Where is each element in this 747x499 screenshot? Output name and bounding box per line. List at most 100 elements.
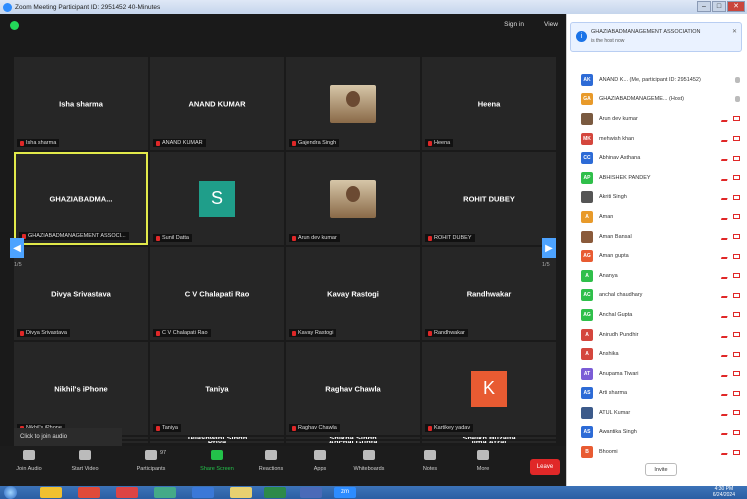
video-tile[interactable]: Shikha SinghShikha Singh	[286, 437, 420, 439]
excel-taskbar-icon[interactable]	[264, 487, 286, 498]
participant-status-icons	[720, 331, 740, 338]
video-tile[interactable]: Arun dev kumar	[286, 152, 420, 245]
participant-avatar: AG	[581, 250, 593, 263]
reactions-button[interactable]: Reactions	[246, 450, 296, 472]
invite-button[interactable]: Invite	[645, 463, 677, 476]
tile-display-name: ROHIT DUBEY	[463, 194, 515, 203]
tile-display-name: Sheikh Huzaifa	[422, 437, 556, 439]
security-shield-icon[interactable]	[10, 21, 19, 30]
video-tile[interactable]: Anchal GuptaAnchal Gupta	[286, 441, 420, 443]
video-tile[interactable]: K Kartikey yadav	[422, 342, 556, 435]
participant-row[interactable]: AK ANAND K... (Me, participant ID: 295145…	[567, 70, 747, 90]
participant-status-icons	[720, 194, 740, 201]
video-tile[interactable]: Sheikh HuzaifaSheikh Huzaifa	[422, 437, 556, 439]
participant-row[interactable]: AG Aman gupta	[567, 246, 747, 266]
participant-row[interactable]: Aman Bansal	[567, 227, 747, 247]
join-audio-button[interactable]: Join Audio	[4, 450, 54, 472]
sign-in-link[interactable]: Sign in	[504, 21, 524, 28]
video-tile[interactable]: Nikhil's iPhoneNikhil's iPhone	[14, 342, 148, 435]
notes-button[interactable]: Notes	[405, 450, 455, 472]
app-taskbar-icon[interactable]	[154, 487, 176, 498]
video-tile[interactable]: ANAND KUMAR ANAND KUMAR	[150, 57, 284, 150]
tile-label-text: Isha sharma	[26, 140, 57, 146]
participant-row[interactable]: AS Awantika Singh	[567, 423, 747, 443]
participant-avatar: AK	[581, 73, 593, 86]
participant-row[interactable]: ATUL Kumar	[567, 403, 747, 423]
video-tile[interactable]: Raghav Chawla Raghav Chawla	[286, 342, 420, 435]
video-tile[interactable]: PriyaPriya	[150, 441, 284, 443]
participant-status-icons	[720, 233, 740, 240]
video-tile[interactable]: Isha sharma Isha sharma	[14, 57, 148, 150]
participant-row[interactable]: Arun dev kumar	[567, 109, 747, 129]
chrome-taskbar-icon[interactable]	[78, 487, 100, 498]
whiteboards-button[interactable]: Whiteboards	[344, 450, 394, 472]
participant-avatar: AP	[581, 171, 593, 184]
participants-button[interactable]: Participants	[126, 450, 176, 472]
zoom-taskbar-icon[interactable]: zm	[334, 487, 356, 498]
participant-status-icons	[720, 370, 740, 377]
page-indicator-left: 1/5	[14, 262, 22, 268]
browser-taskbar-icon[interactable]	[192, 487, 214, 498]
start-video-button[interactable]: Start Video	[60, 450, 110, 472]
tile-label-text: Raghav Chawla	[298, 425, 337, 431]
camera-off-icon	[733, 351, 740, 357]
participant-row[interactable]: Akriti Singh	[567, 188, 747, 208]
explorer-taskbar-icon[interactable]	[40, 487, 62, 498]
participant-row[interactable]: A Aman	[567, 207, 747, 227]
view-button[interactable]: View	[544, 21, 558, 28]
leave-button[interactable]: Leave	[530, 459, 560, 475]
participant-row[interactable]: AP ABHISHEK PANDEY	[567, 168, 747, 188]
muted-mic-icon	[428, 235, 432, 241]
participant-row[interactable]: AC anchal chaudhary	[567, 286, 747, 306]
participant-row[interactable]: B Bhoomi	[567, 442, 747, 462]
video-tile[interactable]: S Sunil Datta	[150, 152, 284, 245]
tile-display-name: Anchal Gupta	[286, 441, 420, 443]
apps-icon	[314, 450, 326, 460]
muted-mic-icon	[720, 292, 730, 299]
previous-page-arrow-icon[interactable]: ◀	[10, 238, 24, 258]
media-player-taskbar-icon[interactable]	[116, 487, 138, 498]
video-tile[interactable]: GHAZIABADMA... GHAZIABADMANAGEMENT ASSOCI…	[14, 152, 148, 245]
info-icon: i	[576, 31, 587, 42]
participant-row[interactable]: AS Arti sharma	[567, 384, 747, 404]
video-tile[interactable]: Ilma AfzalIlma Afzal	[422, 441, 556, 443]
folder-taskbar-icon[interactable]	[230, 487, 252, 498]
mic-icon	[735, 96, 740, 103]
participant-row[interactable]: A Ananya	[567, 266, 747, 286]
video-tile[interactable]: Heena Heena	[422, 57, 556, 150]
start-button[interactable]	[4, 486, 17, 499]
participant-row[interactable]: AT Anupama Tiwari	[567, 364, 747, 384]
tile-name-label: Kavay Rastogi	[289, 329, 337, 337]
host-notification-subtitle: is the host now	[591, 38, 625, 44]
video-tile[interactable]: ROHIT DUBEY ROHIT DUBEY	[422, 152, 556, 245]
powerpoint-taskbar-icon[interactable]	[300, 487, 322, 498]
tile-label-text: Sunil Datta	[162, 235, 189, 241]
reactions-icon	[265, 450, 277, 460]
close-button[interactable]: ✕	[727, 1, 745, 12]
next-page-arrow-icon[interactable]: ▶	[542, 238, 556, 258]
video-tile[interactable]: Taniya Taniya	[150, 342, 284, 435]
video-tile[interactable]: Kavay Rastogi Kavay Rastogi	[286, 247, 420, 340]
participant-row[interactable]: AG Anchal Gupta	[567, 305, 747, 325]
participant-row[interactable]: A Anirudh Pundhir	[567, 325, 747, 345]
muted-mic-icon	[720, 194, 730, 201]
participant-row[interactable]: MK mehwish khan	[567, 129, 747, 149]
video-tile[interactable]: Gajendra Singh	[286, 57, 420, 150]
share-screen-button[interactable]: Share Screen	[192, 450, 242, 472]
whiteboards-label: Whiteboards	[353, 466, 385, 472]
minimize-button[interactable]: –	[697, 1, 711, 12]
more-button[interactable]: More	[458, 450, 508, 472]
participant-row[interactable]: CC Abhinav Asthana	[567, 148, 747, 168]
notes-icon	[424, 450, 436, 460]
video-tile[interactable]: Divya Srivastava Divya Srivastava	[14, 247, 148, 340]
close-notification-icon[interactable]: ✕	[732, 28, 737, 35]
participant-row[interactable]: GA GHAZIABADMANAGEME... (Host)	[567, 90, 747, 110]
video-tile[interactable]: C V Chalapati Rao C V Chalapati Rao	[150, 247, 284, 340]
video-tile[interactable]: Randhwakar Randhwakar	[422, 247, 556, 340]
participant-row[interactable]: A Anshika	[567, 344, 747, 364]
maximize-button[interactable]: □	[712, 1, 726, 12]
video-tile[interactable]: Tejashwini SinghTejashwini Singh	[150, 437, 284, 439]
apps-button[interactable]: Apps	[295, 450, 345, 472]
participants-count: 97	[160, 450, 167, 456]
tile-display-name: Divya Srivastava	[51, 289, 111, 298]
